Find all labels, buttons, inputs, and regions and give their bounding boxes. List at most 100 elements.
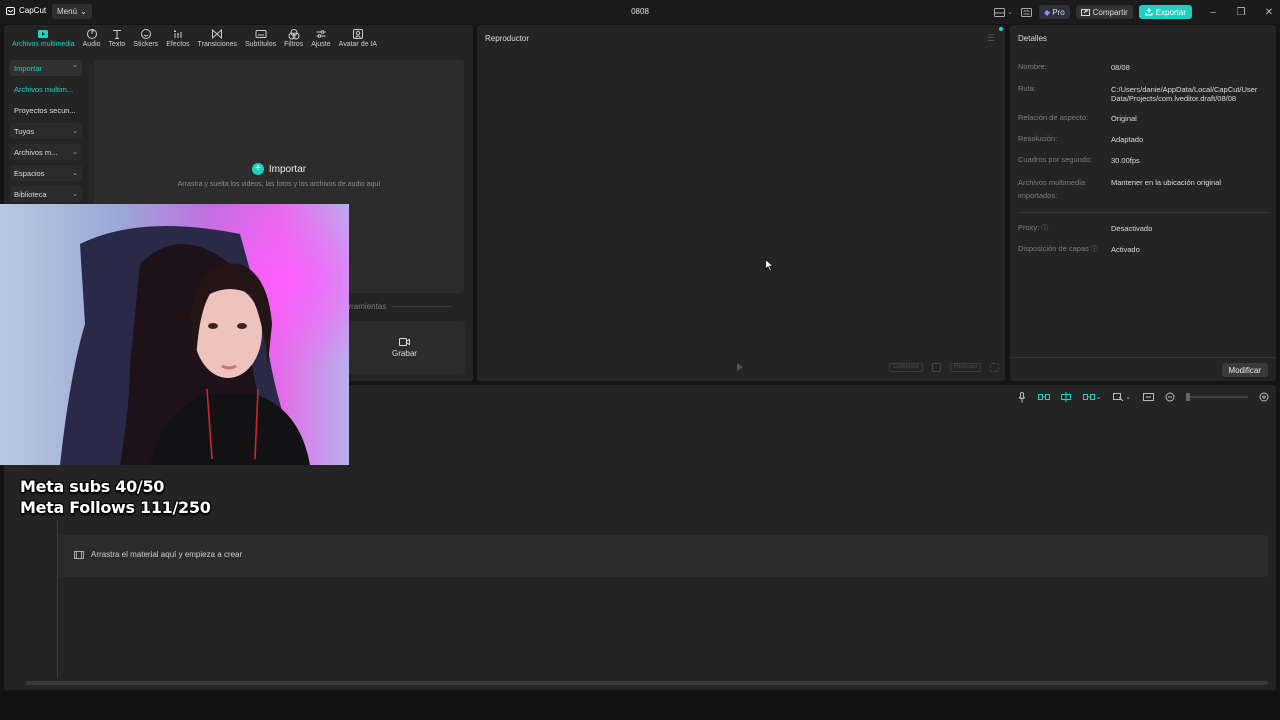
sticker-icon [140,29,151,39]
menu-button[interactable]: Menú ⌄ [52,4,92,19]
player-title: Reproductor [485,34,530,43]
tab-stickers[interactable]: Stickers [129,27,162,51]
subtitle-recognize-icon[interactable] [1142,391,1154,403]
chevron-up-icon: ⌃ [72,65,78,72]
crop-icon[interactable] [932,363,941,372]
overlay-subs-goal: Meta subs 40/50 [20,477,165,496]
drop-hint-text: Arrastra el material aquí y empieza a cr… [91,550,243,559]
layout-icon[interactable] [992,6,1006,18]
sidebar-item-label: Importar [14,63,42,73]
tab-ai-avatar[interactable]: Avatar de IA [335,27,381,51]
ai-avatar-icon [352,29,363,39]
zoom-out-icon[interactable] [1164,391,1176,403]
pro-button[interactable]: ◆ Pro [1039,5,1070,19]
tab-label: Texto [108,41,126,48]
detail-label-text: Proxy: [1018,223,1040,232]
play-icon[interactable] [737,363,743,371]
detail-value: Original [1111,114,1137,123]
tab-text[interactable]: Texto [105,27,130,51]
app-logo: CapCut [6,6,46,15]
sidebar-item-spaces[interactable]: Espacios ⌄ [10,165,82,181]
diamond-icon: ◆ [1044,7,1051,17]
bottom-bar [0,692,1280,720]
detail-label: Ruta: [1018,84,1036,93]
chevron-down-icon: ⌄ [72,149,78,156]
detail-label: Relación de aspecto: [1018,113,1089,122]
share-button[interactable]: Compartir [1075,5,1133,19]
divider [392,306,453,307]
sidebar-item-media-files[interactable]: Archivos multim... [10,81,82,97]
chevron-down-icon: ⌄ [72,191,78,198]
layout-chevron-icon[interactable]: ⌄ [1007,8,1013,16]
sidebar-item-yours[interactable]: Tuyos ⌄ [10,123,82,139]
sidebar-item-media-library[interactable]: Archivos m... ⌄ [10,144,82,160]
overlay-follows-goal: Meta Follows 111/250 [20,498,211,517]
pro-label: Pro [1052,7,1065,17]
sidebar-item-secondary-projects[interactable]: Proyectos secun... [10,102,82,118]
zoom-in-icon[interactable] [1258,391,1270,403]
detail-label: Proxy: ⓘ [1018,222,1108,235]
timeline-scrollbar[interactable] [26,681,1268,685]
auto-snap-icon[interactable] [1060,391,1072,403]
camera-icon [399,337,410,346]
microphone-icon[interactable] [1016,391,1028,403]
transitions-icon [212,28,223,40]
restore-icon[interactable]: ❐ [1230,5,1252,19]
tab-label: Avatar de IA [338,41,378,48]
chevron-down-icon: ⌄ [72,170,78,177]
full-quality-button[interactable]: Completa [889,363,923,372]
sidebar-item-library[interactable]: Biblioteca ⌄ [10,186,82,202]
tab-filters[interactable]: Filtros [280,27,307,51]
record-button[interactable]: Grabar [344,321,465,374]
player-panel: Reproductor ☰ Completa Relación [477,25,1005,381]
adjust-icon [316,30,326,38]
main-track-magnet-icon[interactable] [1038,391,1050,403]
close-icon[interactable]: ✕ [1258,5,1280,19]
chevron-down-icon: ⌄ [80,7,87,16]
aspect-ratio-button[interactable]: Relación [950,363,982,372]
detail-label: Resolución: [1018,134,1058,143]
info-icon[interactable]: ⓘ [1041,225,1048,232]
tab-media[interactable]: Archivos multimedia [8,27,79,51]
tab-adjust[interactable]: Ajuste [307,27,334,51]
details-title: Detalles [1018,34,1047,43]
linkage-icon[interactable]: ⌄ [1082,391,1102,403]
detail-value: Mantener en la ubicación original [1111,178,1222,187]
fullscreen-icon[interactable] [990,363,999,372]
media-icon [38,30,49,38]
preview-axis-icon[interactable]: ⌄ [1112,391,1132,403]
timeline-drop-track[interactable]: Arrastra el material aquí y empieza a cr… [58,535,1268,577]
tab-label: Archivos multimedia [12,41,75,48]
divider [1018,212,1270,213]
menu-icon[interactable]: ☰ [987,33,995,44]
media-sidebar: Importar ⌃ Archivos multim... Proyectos … [10,60,82,207]
tab-transitions[interactable]: Transiciones [194,27,241,51]
import-button[interactable]: + Importar [94,163,464,175]
tools-section-label: erramientas [344,302,453,311]
tab-subtitles[interactable]: Subtítulos [241,27,280,51]
sidebar-item-label: Proyectos secun... [14,105,76,115]
zoom-slider[interactable] [1186,393,1248,401]
shortcuts-icon[interactable] [1019,6,1033,18]
minimize-icon[interactable]: – [1202,5,1224,19]
share-label: Compartir [1092,7,1128,17]
sidebar-item-label: Archivos m... [14,147,58,157]
export-button[interactable]: Exportar [1138,5,1192,19]
tab-label: Stickers [133,41,159,48]
record-label: Grabar [392,348,417,358]
info-icon[interactable]: ⓘ [1091,246,1098,253]
detail-value: Activado [1111,245,1140,254]
detail-label: Disposición de capas ⓘ [1018,243,1108,256]
share-icon [1080,8,1090,16]
sidebar-item-label: Archivos multim... [14,84,74,94]
tab-effects[interactable]: Efectos [162,27,193,51]
zoom-slider-handle[interactable] [1186,393,1190,401]
sidebar-item-import[interactable]: Importar ⌃ [10,60,82,76]
filters-icon [288,29,300,40]
modify-button[interactable]: Modificar [1221,363,1268,377]
detail-value: 30.00fps [1111,156,1140,165]
tab-audio[interactable]: Audio [79,27,105,51]
detail-label: Cuadros por segundo: [1018,155,1093,164]
detail-label-text: Disposición de capas [1018,244,1089,253]
detail-value: 08/08 [1111,63,1130,72]
